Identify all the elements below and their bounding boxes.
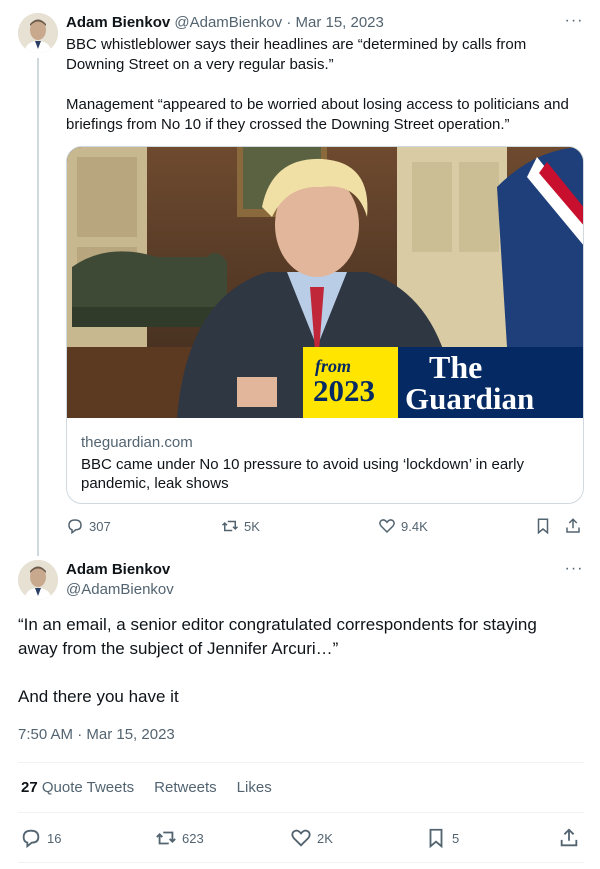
tweet-text: BBC whistleblower says their headlines a… bbox=[66, 36, 569, 133]
retweet-icon bbox=[156, 831, 176, 845]
heart-icon bbox=[379, 519, 395, 534]
avatar[interactable] bbox=[18, 560, 58, 600]
bookmark-count: 5 bbox=[452, 830, 460, 846]
reply-button[interactable]: 16 bbox=[20, 826, 61, 850]
divider bbox=[18, 762, 584, 763]
like-button[interactable]: 2K bbox=[290, 826, 333, 850]
author-name[interactable]: Adam Bienkov bbox=[66, 560, 170, 580]
handle-and-date[interactable]: @AdamBienkov · Mar 15, 2023 bbox=[174, 14, 384, 31]
tweet-stats: 27 Quote Tweets Retweets Likes bbox=[21, 777, 272, 799]
reply-count: 16 bbox=[47, 830, 62, 846]
divider bbox=[18, 862, 584, 863]
more-options-icon[interactable]: ··· bbox=[562, 13, 586, 34]
share-button[interactable] bbox=[564, 514, 582, 538]
thread-connector-line bbox=[37, 58, 39, 556]
likes-link[interactable]: Likes bbox=[237, 777, 272, 799]
reply-button[interactable]: 307 bbox=[66, 514, 111, 538]
badge-year-text: 2023 bbox=[313, 373, 375, 408]
tweet-actions: 16 623 2K 5 bbox=[20, 826, 580, 850]
tweet-timestamp[interactable]: 7:50 AM · Mar 15, 2023 bbox=[18, 725, 175, 745]
retweet-button[interactable]: 623 bbox=[155, 826, 204, 850]
heart-icon bbox=[291, 829, 311, 847]
guardian-logo-guardian: Guardian bbox=[405, 381, 534, 416]
article-thumbnail: from 2023 The Guardian bbox=[67, 147, 583, 418]
tweet-text: “In an email, a senior editor congratula… bbox=[18, 615, 537, 706]
quote-tweets-link[interactable]: 27 Quote Tweets bbox=[21, 777, 134, 799]
retweet-icon bbox=[221, 520, 239, 532]
avatar-photo bbox=[18, 13, 58, 53]
retweet-button[interactable]: 5K bbox=[221, 514, 260, 538]
avatar-photo bbox=[18, 560, 58, 600]
tweet-actions: 307 5K 9.4K bbox=[66, 514, 584, 538]
share-button[interactable] bbox=[558, 826, 580, 850]
bookmark-icon bbox=[429, 828, 443, 849]
quote-label: Quote Tweets bbox=[41, 779, 135, 796]
like-count: 2K bbox=[317, 830, 333, 846]
bookmark-button[interactable]: 5 bbox=[425, 826, 459, 850]
quote-count: 27 bbox=[21, 779, 38, 796]
tweet-header: Adam Bienkov @AdamBienkov · Mar 15, 2023 bbox=[66, 13, 580, 33]
share-icon bbox=[566, 518, 580, 533]
retweet-count: 5K bbox=[244, 518, 260, 534]
more-options-icon[interactable]: ··· bbox=[562, 561, 586, 582]
link-card[interactable]: from 2023 The Guardian theguardian.com B… bbox=[66, 146, 584, 504]
bookmark-button[interactable] bbox=[534, 514, 552, 538]
share-icon bbox=[560, 828, 578, 847]
author-name[interactable]: Adam Bienkov bbox=[66, 14, 170, 31]
article-photo: from 2023 The Guardian bbox=[67, 147, 583, 418]
avatar[interactable] bbox=[18, 13, 58, 53]
retweet-count: 623 bbox=[182, 830, 204, 846]
reply-count: 307 bbox=[89, 518, 111, 534]
author-handle[interactable]: @AdamBienkov bbox=[66, 580, 174, 600]
guardian-logo-the: The bbox=[429, 349, 482, 385]
like-count: 9.4K bbox=[401, 518, 428, 534]
card-title: BBC came under No 10 pressure to avoid u… bbox=[81, 456, 525, 492]
retweets-link[interactable]: Retweets bbox=[154, 777, 217, 799]
card-domain: theguardian.com bbox=[81, 434, 193, 451]
card-info: theguardian.com BBC came under No 10 pre… bbox=[67, 419, 583, 503]
bookmark-icon bbox=[537, 518, 549, 535]
like-button[interactable]: 9.4K bbox=[378, 514, 428, 538]
reply-icon bbox=[22, 829, 40, 849]
divider bbox=[18, 812, 584, 813]
reply-icon bbox=[68, 519, 82, 535]
